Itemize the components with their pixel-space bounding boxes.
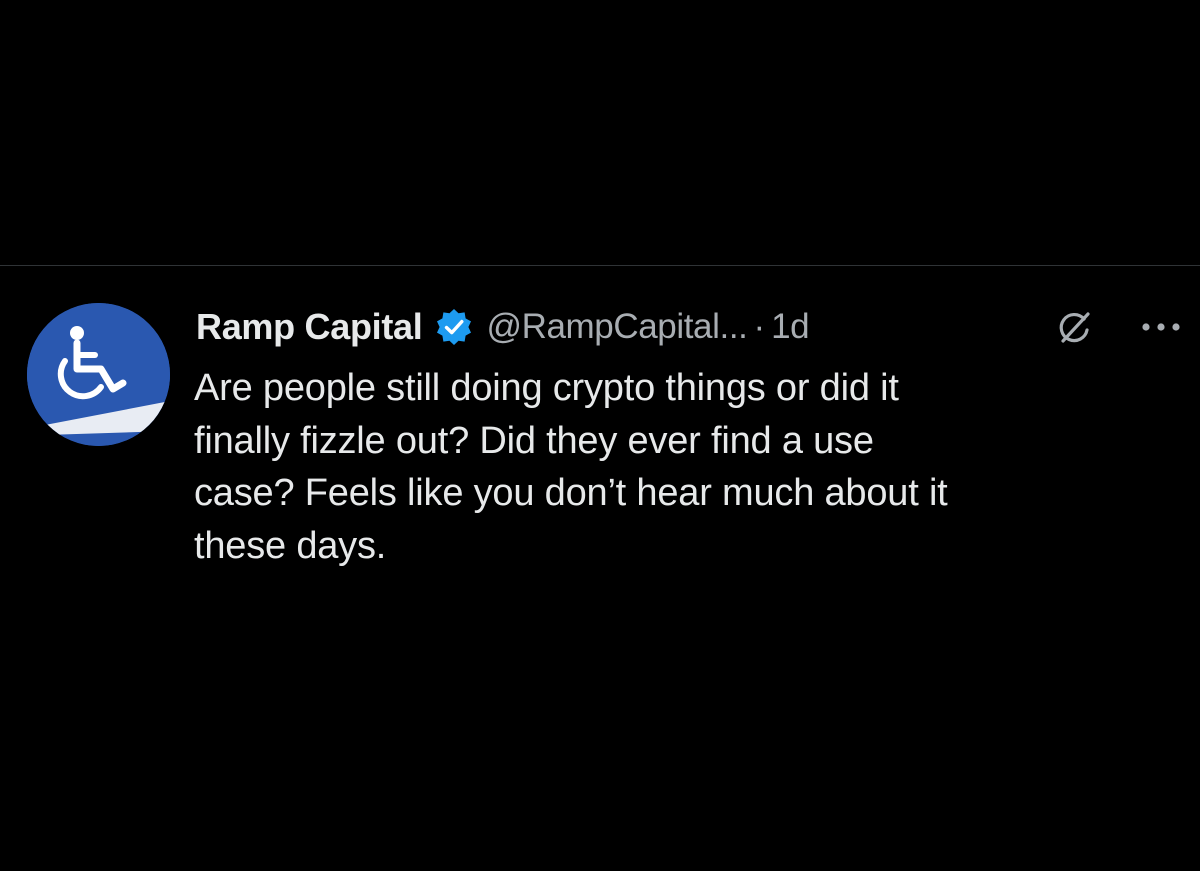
header-separator: ·: [753, 307, 766, 346]
verified-badge-icon[interactable]: [434, 307, 474, 347]
avatar[interactable]: [27, 303, 170, 446]
user-handle[interactable]: @RampCapital...: [486, 307, 747, 347]
tweet-text: Are people still doing crypto things or …: [194, 367, 948, 567]
wheelchair-icon: [27, 303, 170, 446]
tweet-card[interactable]: Ramp Capital @RampCapital... · 1d Are pe…: [0, 266, 1200, 871]
grok-icon[interactable]: [1054, 308, 1094, 348]
display-name[interactable]: Ramp Capital: [196, 306, 423, 348]
post-time[interactable]: 1d: [771, 307, 809, 347]
tweet-header: Ramp Capital @RampCapital... · 1d: [196, 302, 1186, 352]
more-options-icon[interactable]: [1138, 312, 1184, 342]
